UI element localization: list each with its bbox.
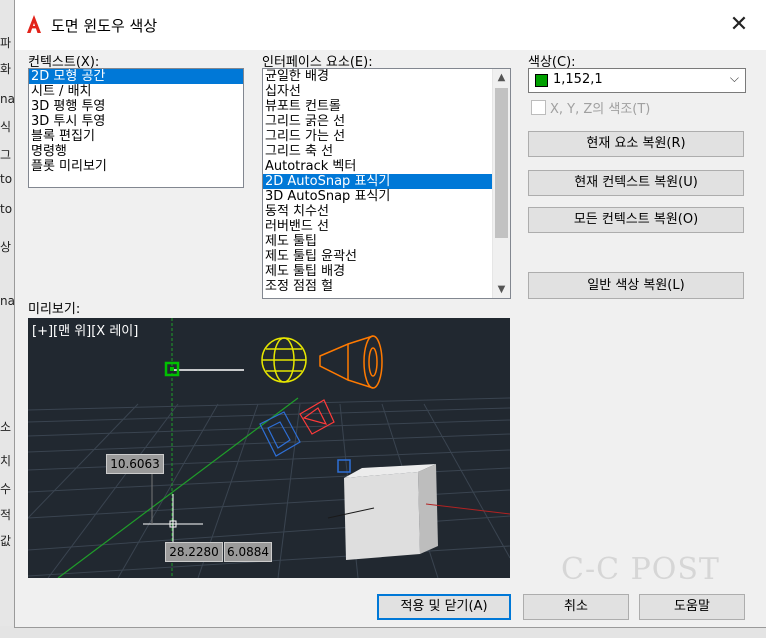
autocad-logo-icon: [27, 15, 41, 33]
scroll-up-icon[interactable]: ▲: [493, 69, 510, 86]
chevron-down-icon[interactable]: ⌵: [730, 71, 739, 86]
interface-item[interactable]: 그리드 가는 선: [263, 129, 510, 144]
xyz-tint-label: X, Y, Z의 색조(T): [550, 102, 651, 117]
gray-cube: [327, 464, 438, 560]
interface-item[interactable]: 조정 점점 헐: [263, 279, 510, 294]
context-item[interactable]: 플롯 미리보기: [29, 159, 243, 174]
bg-text: 값: [0, 534, 12, 548]
title-bar[interactable]: 도면 윈도우 색상 ✕: [15, 0, 766, 50]
dimension-tooltip: 10.6063: [106, 454, 164, 474]
red-axis-line: [425, 503, 510, 515]
bg-text: to: [0, 202, 13, 216]
interface-item[interactable]: 균일한 배경: [263, 69, 510, 84]
context-list[interactable]: 2D 모형 공간 시트 / 배치 3D 평행 투영 3D 투시 투영 블록 편집…: [28, 68, 244, 188]
context-item[interactable]: 명령행: [29, 144, 243, 159]
bg-text: 그: [0, 148, 12, 162]
bg-text: 적: [0, 508, 12, 522]
bg-text: 수: [0, 482, 12, 496]
interface-item[interactable]: 러버밴드 선: [263, 219, 510, 234]
light-sphere-icon: [261, 337, 307, 383]
interface-item[interactable]: 동적 치수선: [263, 204, 510, 219]
preview-scene: [28, 318, 510, 578]
context-item[interactable]: 시트 / 배치: [29, 84, 243, 99]
scroll-thumb[interactable]: [495, 88, 508, 238]
interface-item[interactable]: 그리드 축 선: [263, 144, 510, 159]
bg-text: to: [0, 172, 13, 186]
watermark-text: C-C POST: [561, 552, 720, 587]
viewport-controls-label[interactable]: [+][맨 위][X 레이]: [32, 320, 138, 339]
bg-text: 치: [0, 454, 12, 468]
interface-item[interactable]: 뷰포트 컨트롤: [263, 99, 510, 114]
restore-classic-colors-button[interactable]: 일반 색상 복원(L): [528, 272, 744, 299]
bg-text: 소: [0, 420, 12, 434]
bg-text: 식: [0, 120, 12, 134]
spotlight-icon: [319, 335, 383, 389]
preview-label: 미리보기:: [28, 302, 81, 317]
restore-current-context-button[interactable]: 현재 컨텍스트 복원(U): [528, 170, 744, 196]
bg-text: 화: [0, 62, 12, 76]
bg-text: 상: [0, 240, 12, 254]
color-dropdown[interactable]: 1,152,1 ⌵: [528, 68, 746, 93]
restore-current-element-button[interactable]: 현재 요소 복원(R): [528, 131, 744, 157]
close-icon[interactable]: ✕: [721, 8, 757, 42]
interface-item[interactable]: 그리드 굵은 선: [263, 114, 510, 129]
scroll-down-icon[interactable]: ▼: [493, 281, 510, 298]
xyz-tint-checkbox[interactable]: [531, 100, 546, 115]
coordinate-tooltip-x: 28.2280: [165, 542, 223, 562]
context-item[interactable]: 3D 투시 투영: [29, 114, 243, 129]
context-item[interactable]: 3D 평행 투영: [29, 99, 243, 114]
color-swatch: [535, 74, 548, 87]
context-item[interactable]: 블록 편집기: [29, 129, 243, 144]
interface-item[interactable]: 제도 툴팁 윤곽선: [263, 249, 510, 264]
context-item[interactable]: 2D 모형 공간: [29, 69, 243, 84]
interface-item[interactable]: 십자선: [263, 84, 510, 99]
interface-item[interactable]: 3D AutoSnap 표식기: [263, 189, 510, 204]
interface-list-scrollbar[interactable]: ▲ ▼: [492, 69, 510, 298]
autosnap-marker-3d: [337, 459, 351, 473]
dialog-title: 도면 윈도우 색상: [51, 17, 158, 35]
coordinate-tooltip-y: 6.0884: [224, 542, 272, 562]
bg-text: na: [0, 294, 15, 308]
help-button[interactable]: 도움말: [639, 594, 745, 620]
interface-item[interactable]: 2D AutoSnap 표식기: [263, 174, 492, 189]
restore-all-contexts-button[interactable]: 모든 컨텍스트 복원(O): [528, 207, 744, 233]
camera-icon-red: [299, 399, 335, 435]
cancel-button[interactable]: 취소: [523, 594, 629, 620]
bg-text: 파: [0, 36, 12, 50]
drawing-window-colors-dialog: 도면 윈도우 색상 ✕ 컨텍스트(X): 2D 모형 공간 시트 / 배치 3D…: [14, 0, 766, 628]
bg-text: na: [0, 92, 15, 106]
autosnap-marker-center: [170, 367, 174, 371]
interface-item[interactable]: 제도 툴팁 배경: [263, 264, 510, 279]
apply-and-close-button[interactable]: 적용 및 닫기(A): [377, 594, 511, 620]
interface-item[interactable]: Autotrack 벡터: [263, 159, 510, 174]
preview-viewport: [+][맨 위][X 레이] 10.6063 28.2280 6.0884: [28, 318, 510, 578]
interface-element-list[interactable]: 균일한 배경 십자선 뷰포트 컨트롤 그리드 굵은 선 그리드 가는 선 그리드…: [262, 68, 511, 299]
interface-item[interactable]: 제도 툴팁: [263, 234, 510, 249]
color-value: 1,152,1: [553, 72, 603, 87]
